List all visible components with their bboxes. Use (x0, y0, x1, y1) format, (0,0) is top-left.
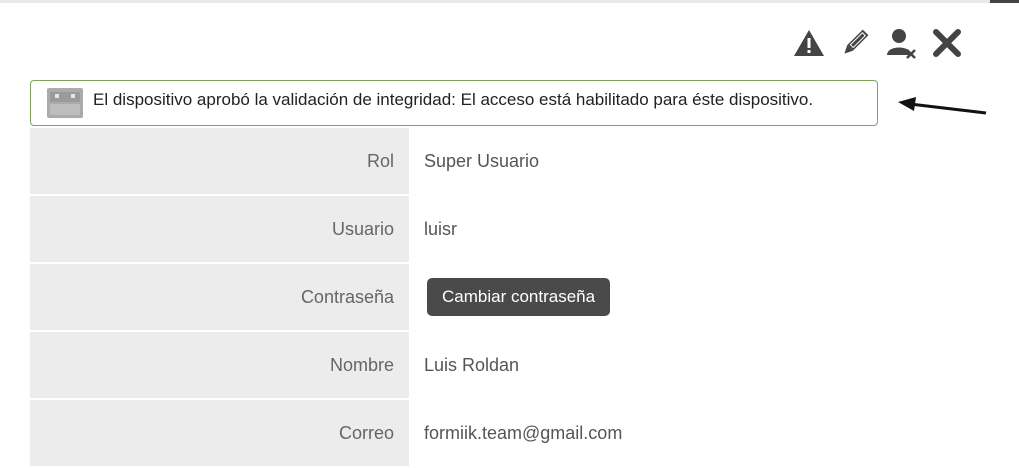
pointer-arrow-icon (898, 97, 987, 115)
username-value: luisr (424, 218, 458, 239)
integrity-notice: El dispositivo aprobó la validación de i… (30, 80, 878, 126)
toolbar (792, 26, 964, 60)
android-device-icon (47, 88, 83, 118)
role-label: Rol (30, 128, 409, 194)
email-value: formiik.team@gmail.com (424, 422, 623, 443)
email-row: Correo formiik.team@gmail.com (30, 400, 880, 466)
name-row: Nombre Luis Roldan (30, 332, 880, 398)
password-row: Contraseña Cambiar contraseña (30, 264, 880, 330)
user-details-form: Rol Super Usuario Usuario luisr Contrase… (30, 128, 880, 468)
integrity-notice-text: El dispositivo aprobó la validación de i… (93, 90, 814, 109)
username-row: Usuario luisr (30, 196, 880, 262)
username-label: Usuario (30, 196, 409, 262)
top-corner-border (990, 0, 1019, 3)
password-label: Contraseña (30, 264, 409, 330)
warning-icon[interactable] (792, 26, 826, 60)
role-row: Rol Super Usuario (30, 128, 880, 194)
email-label: Correo (30, 400, 409, 466)
top-border (0, 0, 990, 3)
name-label: Nombre (30, 332, 409, 398)
edit-pencil-icon[interactable] (838, 26, 872, 60)
remove-user-icon[interactable] (884, 26, 918, 60)
password-value-cell: Cambiar contraseña (409, 264, 880, 330)
role-value: Super Usuario (424, 150, 540, 171)
close-icon[interactable] (930, 26, 964, 60)
change-password-button[interactable]: Cambiar contraseña (427, 278, 611, 316)
name-value: Luis Roldan (424, 354, 520, 375)
